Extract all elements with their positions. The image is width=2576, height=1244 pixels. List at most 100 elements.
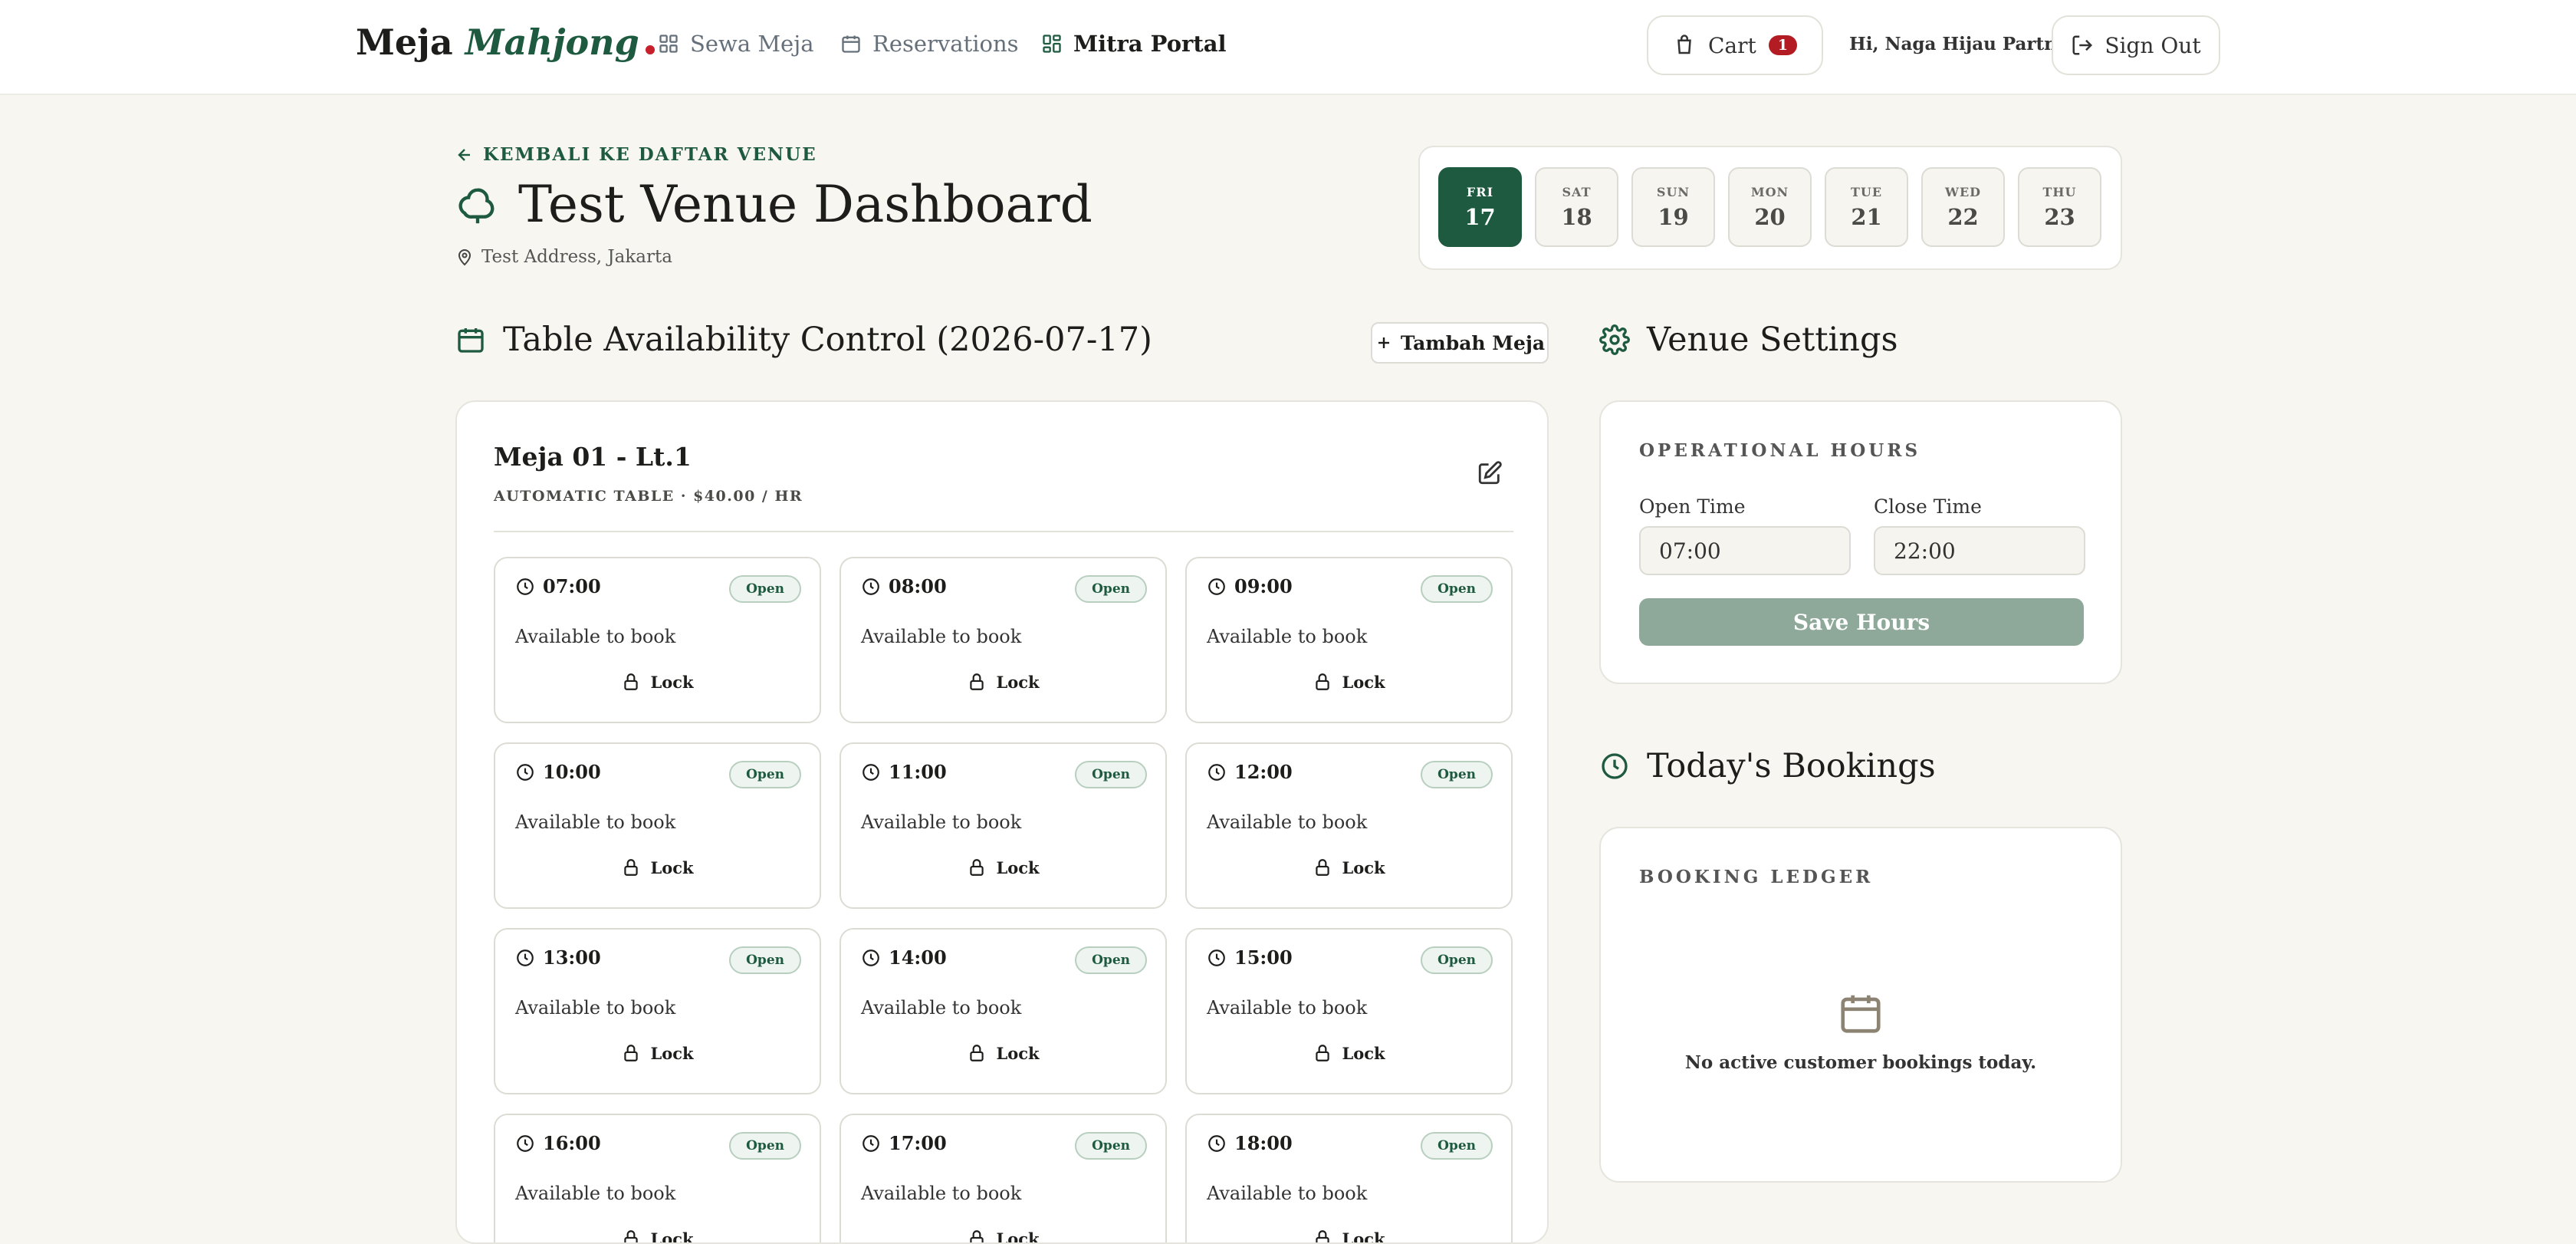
lock-slot-button[interactable]: Lock bbox=[495, 857, 820, 877]
slot-time-text: 12:00 bbox=[1234, 761, 1293, 783]
slot-description: Available to book bbox=[515, 626, 675, 647]
clock-icon bbox=[1599, 751, 1630, 782]
nav-link-label: Sewa Meja bbox=[690, 31, 814, 57]
time-slot-card: 15:00OpenAvailable to bookLock bbox=[1185, 928, 1513, 1094]
cart-label: Cart bbox=[1708, 33, 1756, 58]
date-day-number: 17 bbox=[1464, 204, 1495, 230]
lock-label: Lock bbox=[650, 1229, 693, 1244]
calendar-icon bbox=[1837, 989, 1884, 1037]
lock-slot-button[interactable]: Lock bbox=[1187, 672, 1511, 692]
slot-time: 18:00 bbox=[1207, 1132, 1293, 1154]
slot-time-text: 08:00 bbox=[889, 575, 947, 597]
slot-time: 07:00 bbox=[515, 575, 601, 597]
slot-description: Available to book bbox=[1207, 811, 1367, 833]
slot-time-text: 10:00 bbox=[543, 761, 601, 783]
bookings-heading-text: Today's Bookings bbox=[1647, 747, 1936, 785]
time-slot-card: 12:00 Open Available to book Lock bbox=[1185, 742, 1513, 909]
lock-slot-button[interactable]: Lock bbox=[1187, 1043, 1511, 1063]
clock-icon bbox=[861, 1134, 881, 1153]
slot-time-text: 16:00 bbox=[543, 1132, 601, 1154]
nav-link-mitra-portal[interactable]: Mitra Portal bbox=[1041, 31, 1227, 57]
date-day-number: 20 bbox=[1754, 204, 1785, 230]
save-hours-button[interactable]: Save Hours bbox=[1639, 598, 2084, 646]
slot-description: Available to book bbox=[1207, 626, 1367, 647]
lock-slot-button[interactable]: Lock bbox=[1187, 857, 1511, 877]
lock-icon bbox=[967, 1043, 987, 1063]
lock-slot-button[interactable]: Lock bbox=[495, 672, 820, 692]
slot-time-text: 09:00 bbox=[1234, 575, 1293, 597]
slot-time: 13:00 bbox=[515, 946, 601, 969]
lock-label: Lock bbox=[1342, 1229, 1385, 1244]
slot-time-text: 18:00 bbox=[1234, 1132, 1293, 1154]
lock-label: Lock bbox=[996, 1044, 1039, 1063]
back-to-venues-link[interactable]: KEMBALI KE DAFTAR VENUE bbox=[455, 144, 817, 165]
slot-time: 11:00 bbox=[861, 761, 947, 783]
date-day-number: 22 bbox=[1947, 204, 1978, 230]
slot-status-badge: Open bbox=[1075, 575, 1147, 603]
time-slot-card: 09:00 Open Available to book Lock bbox=[1185, 557, 1513, 723]
cloud-icon bbox=[455, 183, 500, 227]
gear-icon bbox=[1599, 324, 1630, 355]
logo-dot bbox=[646, 45, 655, 54]
nav-link-label: Reservations bbox=[872, 31, 1019, 57]
booking-ledger-panel: BOOKING LEDGER No active customer bookin… bbox=[1599, 827, 2122, 1183]
lock-slot-button[interactable]: Lock bbox=[495, 1229, 820, 1244]
slot-time: 12:00 bbox=[1207, 761, 1293, 783]
slot-status-badge: Open bbox=[1421, 761, 1493, 788]
settings-heading: Venue Settings bbox=[1599, 321, 1898, 359]
brand-logo[interactable]: Meja Mahjong bbox=[356, 21, 655, 63]
add-table-button[interactable]: Tambah Meja bbox=[1371, 322, 1549, 364]
clock-icon bbox=[1207, 1134, 1227, 1153]
lock-slot-button[interactable]: Lock bbox=[841, 857, 1165, 877]
slot-status-badge: Open bbox=[729, 575, 801, 603]
date-selector: FRI17SAT18SUN19MON20TUE21WED22THU23 bbox=[1418, 146, 2122, 270]
slot-description: Available to book bbox=[515, 997, 675, 1019]
lock-icon bbox=[621, 1229, 641, 1244]
cart-button[interactable]: Cart 1 bbox=[1647, 15, 1823, 75]
date-cell-mon[interactable]: MON20 bbox=[1728, 167, 1812, 247]
table-subtitle: AUTOMATIC TABLE · $40.00 / HR bbox=[494, 488, 803, 505]
empty-bookings-state: No active customer bookings today. bbox=[1601, 989, 2121, 1073]
open-time-input[interactable]: 07:00 bbox=[1639, 526, 1851, 575]
lock-slot-button[interactable]: Lock bbox=[841, 672, 1165, 692]
nav-link-label: Mitra Portal bbox=[1073, 31, 1227, 57]
cart-icon bbox=[1673, 34, 1696, 57]
close-time-input[interactable]: 22:00 bbox=[1874, 526, 2085, 575]
lock-label: Lock bbox=[996, 673, 1039, 692]
venue-address-text: Test Address, Jakarta bbox=[481, 247, 672, 267]
lock-label: Lock bbox=[650, 1044, 693, 1063]
date-day-number: 23 bbox=[2044, 204, 2075, 230]
date-day-name: SAT bbox=[1562, 185, 1592, 199]
slot-status-badge: Open bbox=[1421, 575, 1493, 603]
slot-status-badge: Open bbox=[1075, 946, 1147, 974]
clock-icon bbox=[515, 1134, 535, 1153]
operational-hours-label: OPERATIONAL HOURS bbox=[1639, 440, 1921, 461]
slot-time: 14:00 bbox=[861, 946, 947, 969]
date-cell-sun[interactable]: SUN19 bbox=[1631, 167, 1715, 247]
lock-slot-button[interactable]: Lock bbox=[841, 1229, 1165, 1244]
time-slot-card: 18:00OpenAvailable to bookLock bbox=[1185, 1114, 1513, 1244]
lock-label: Lock bbox=[650, 673, 693, 692]
slot-time: 17:00 bbox=[861, 1132, 947, 1154]
date-cell-wed[interactable]: WED22 bbox=[1921, 167, 2005, 247]
lock-slot-button[interactable]: Lock bbox=[1187, 1229, 1511, 1244]
clock-icon bbox=[1207, 948, 1227, 968]
sign-out-button[interactable]: Sign Out bbox=[2052, 15, 2220, 75]
plus-icon bbox=[1375, 334, 1393, 352]
time-slot-card: 10:00OpenAvailable to bookLock bbox=[494, 742, 821, 909]
slot-time: 15:00 bbox=[1207, 946, 1293, 969]
nav-link-sewa-meja[interactable]: Sewa Meja bbox=[658, 31, 814, 57]
nav-link-reservations[interactable]: Reservations bbox=[840, 31, 1019, 57]
date-cell-sat[interactable]: SAT18 bbox=[1535, 167, 1618, 247]
date-cell-fri[interactable]: FRI17 bbox=[1438, 167, 1522, 247]
slot-status-badge: Open bbox=[1075, 761, 1147, 788]
date-cell-thu[interactable]: THU23 bbox=[2018, 167, 2101, 247]
time-slot-card: 08:00OpenAvailable to bookLock bbox=[840, 557, 1167, 723]
lock-slot-button[interactable]: Lock bbox=[841, 1043, 1165, 1063]
table-name: Meja 01 - Lt.1 bbox=[494, 442, 692, 472]
date-cell-tue[interactable]: TUE21 bbox=[1825, 167, 1908, 247]
time-slot-card: 14:00OpenAvailable to bookLock bbox=[840, 928, 1167, 1094]
lock-slot-button[interactable]: Lock bbox=[495, 1043, 820, 1063]
edit-icon[interactable] bbox=[1477, 460, 1503, 486]
logo-accent-text: Mahjong bbox=[465, 21, 639, 63]
